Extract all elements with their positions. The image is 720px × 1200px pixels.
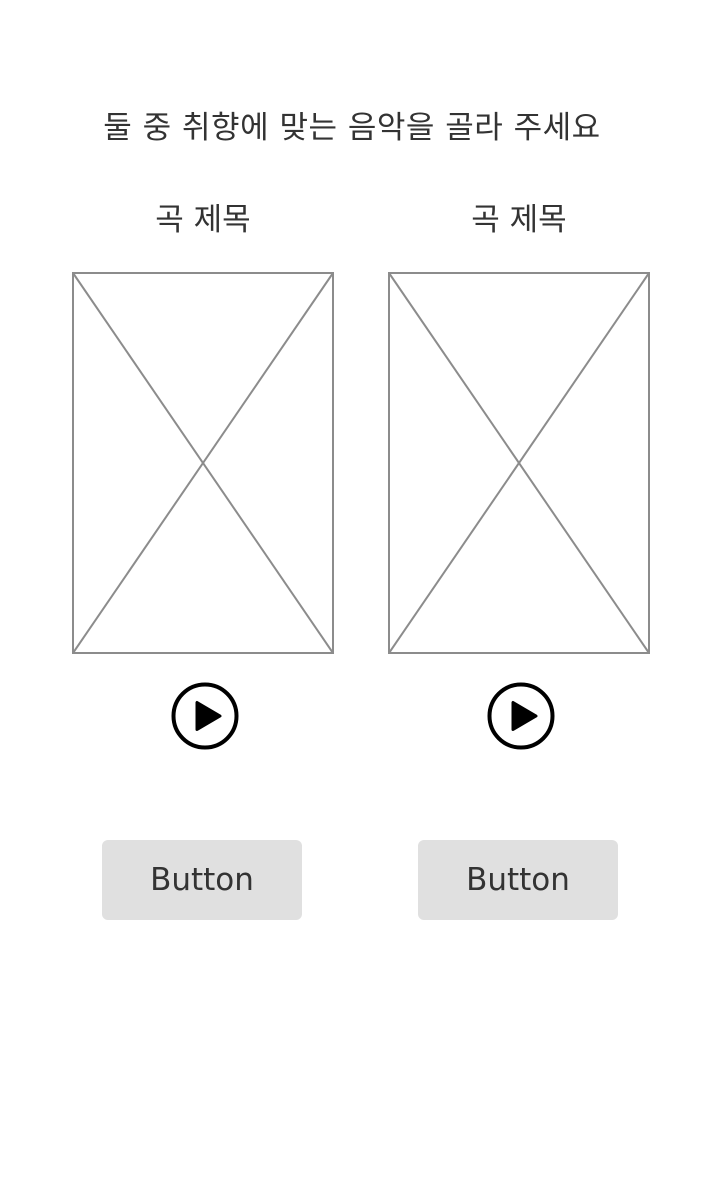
song-title: 곡 제목 xyxy=(471,202,567,238)
play-circle-icon xyxy=(487,682,555,750)
play-circle-icon xyxy=(171,682,239,750)
select-song-button[interactable]: Button xyxy=(418,840,618,920)
image-placeholder-icon xyxy=(72,272,334,654)
play-button[interactable] xyxy=(171,682,239,750)
music-option-2: 곡 제목 Button xyxy=(388,0,650,1200)
song-title: 곡 제목 xyxy=(155,202,251,238)
select-song-button[interactable]: Button xyxy=(102,840,302,920)
music-option-1: 곡 제목 Button xyxy=(72,0,334,1200)
image-placeholder-icon xyxy=(388,272,650,654)
play-button[interactable] xyxy=(487,682,555,750)
